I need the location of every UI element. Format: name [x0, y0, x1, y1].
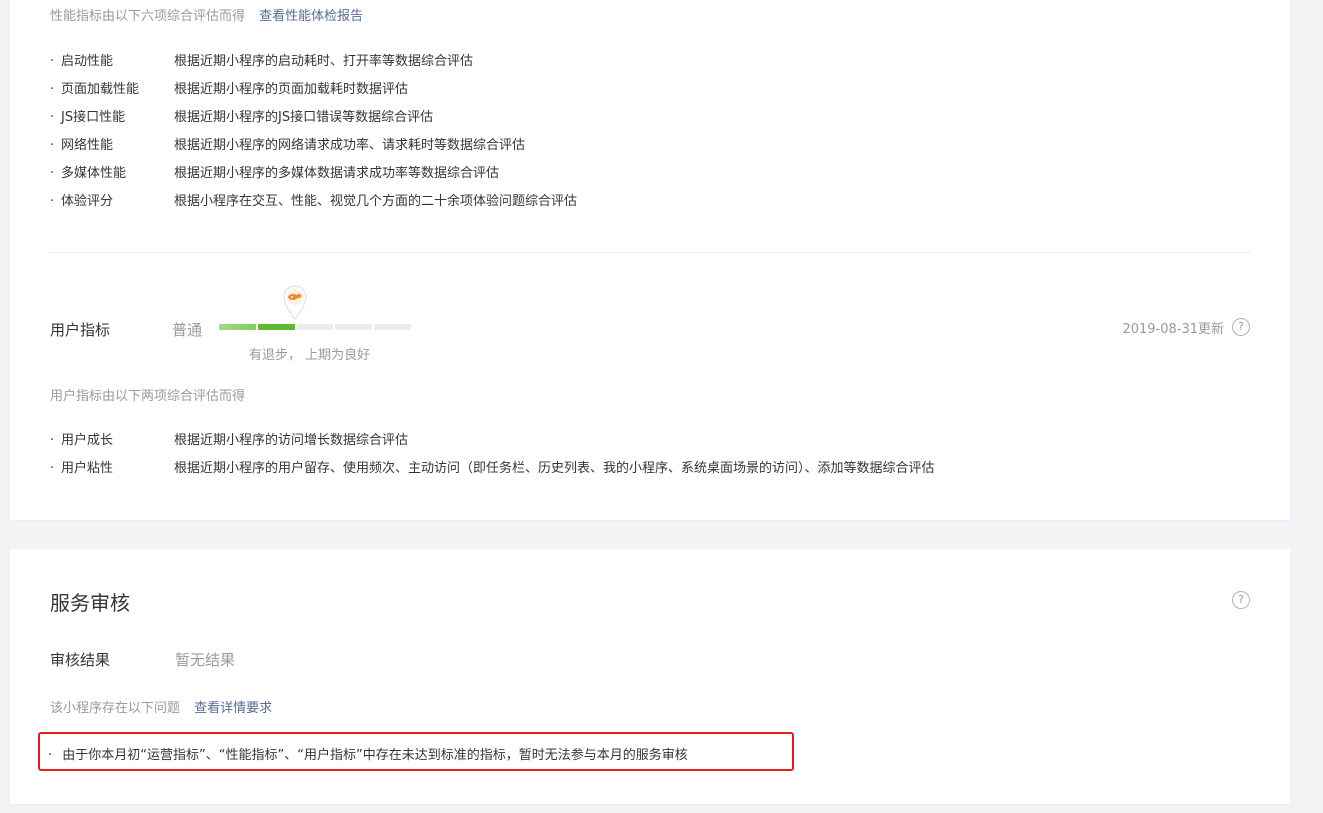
bullet-icon: ·: [50, 166, 55, 181]
issue-text: 由于你本月初“运营指标”、“性能指标”、“用户指标”中存在未达到标准的指标，暂时…: [62, 748, 688, 763]
user-metric-help-icon[interactable]: ?: [1232, 318, 1250, 336]
service-review-title: 服务审核: [50, 591, 130, 615]
list-item-text: 根据近期小程序的多媒体数据请求成功率等数据综合评估: [174, 166, 500, 181]
section-divider: [50, 252, 1250, 253]
progress-segment: [257, 324, 295, 330]
issue-item: · 由于你本月初“运营指标”、“性能指标”、“用户指标”中存在未达到标准的指标，…: [48, 744, 688, 763]
list-item-name: 用户成长: [61, 433, 114, 448]
user-metric-update-time: 2019-08-31更新: [1122, 322, 1224, 337]
bullet-icon: ·: [50, 461, 55, 476]
list-item-text: 根据近期小程序的JS接口错误等数据综合评估: [174, 110, 434, 125]
bullet-icon: ·: [50, 110, 55, 125]
performance-description: 性能指标由以下六项综合评估而得 查看性能体检报告: [50, 8, 363, 26]
user-metric-level: 普通: [172, 321, 203, 339]
list-item-text: 根据近期小程序的网络请求成功率、请求耗时等数据综合评估: [174, 138, 526, 153]
list-item-name: 网络性能: [61, 138, 114, 153]
review-result-value: 暂无结果: [175, 651, 236, 669]
performance-report-link[interactable]: 查看性能体检报告: [259, 9, 363, 24]
issues-description: 该小程序存在以下问题 查看详情要求: [50, 700, 272, 718]
list-item-name: 启动性能: [61, 54, 114, 69]
issues-desc-text: 该小程序存在以下问题: [50, 701, 181, 716]
list-item-text: 根据近期小程序的用户留存、使用频次、主动访问（即任务栏、历史列表、我的小程序、系…: [174, 461, 935, 476]
bullet-icon: ·: [50, 194, 55, 209]
list-item-name: 页面加载性能: [61, 82, 140, 97]
progress-segment: [374, 324, 411, 330]
list-item-name: 用户粘性: [61, 461, 114, 476]
list-item-text: 根据近期小程序的启动耗时、打开率等数据综合评估: [174, 54, 474, 69]
service-review-card: 服务审核 ? 审核结果 暂无结果 该小程序存在以下问题 查看详情要求 · 由于你…: [10, 549, 1290, 804]
user-metric-caption: 有退步， 上期为良好: [249, 348, 371, 363]
progress-segment: [296, 324, 334, 330]
list-item-name: JS接口性能: [61, 110, 126, 125]
performance-desc-text: 性能指标由以下六项综合评估而得: [50, 9, 246, 24]
list-item-text: 根据近期小程序的访问增长数据综合评估: [174, 433, 409, 448]
list-item-name: 体验评分: [61, 194, 114, 209]
list-item-name: 多媒体性能: [61, 166, 127, 181]
service-review-help-icon[interactable]: ?: [1232, 591, 1250, 609]
bullet-icon: ·: [50, 54, 55, 69]
list-item-text: 根据小程序在交互、性能、视觉几个方面的二十余项体验问题综合评估: [174, 194, 578, 209]
progress-segment: [335, 324, 373, 330]
metrics-card: 性能指标由以下六项综合评估而得 查看性能体检报告 · 启动性能 根据近期小程序的…: [10, 0, 1290, 520]
user-metric-description: 用户指标由以下两项综合评估而得: [50, 389, 246, 404]
detail-requirements-link[interactable]: 查看详情要求: [194, 701, 272, 716]
bullet-icon: ·: [50, 433, 55, 448]
bullet-icon: ·: [50, 138, 55, 153]
level-marker-icon: [282, 284, 308, 320]
user-metric-label: 用户指标: [50, 321, 111, 339]
review-result-label: 审核结果: [50, 651, 111, 669]
bullet-icon: ·: [50, 82, 55, 97]
list-item-text: 根据近期小程序的页面加载耗时数据评估: [174, 82, 409, 97]
user-metric-progress-bar: [219, 324, 411, 330]
progress-segment: [219, 324, 256, 330]
bullet-icon: ·: [48, 748, 53, 763]
